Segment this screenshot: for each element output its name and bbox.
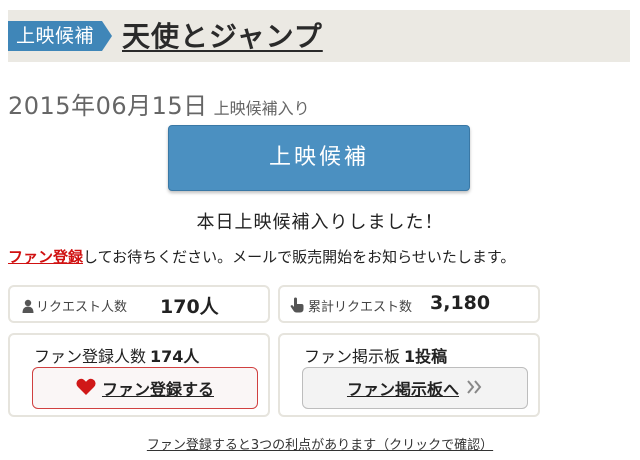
fan-board-button[interactable]: ファン掲示板へ (302, 367, 528, 409)
candidate-date: 2015年06月15日 (8, 92, 208, 120)
header-bar: 上映候補 天使とジャンプ (8, 10, 630, 62)
pointer-hand-icon (290, 297, 304, 317)
candidate-date-suffix: 上映候補入り (213, 99, 310, 118)
fan-register-button[interactable]: ファン登録する (32, 367, 258, 409)
request-count-label: リクエスト人数 (36, 300, 128, 315)
movie-title[interactable]: 天使とジャンプ (122, 15, 323, 55)
added-message: 本日上映候補入りしました！ (196, 212, 444, 233)
fan-register-button-label: ファン登録する (101, 380, 214, 399)
request-count-card: リクエスト人数 170人 (8, 285, 270, 323)
fan-board-label: ファン掲示板 (304, 347, 401, 366)
cumulative-request-value: 3,180 (430, 292, 491, 314)
status-badge-label: 上映候補 (8, 21, 102, 51)
heart-icon (76, 378, 96, 399)
candidate-date-line: 2015年06月15日 上映候補入り (8, 86, 310, 121)
fan-count-line: ファン登録人数 174人 (34, 343, 199, 367)
cumulative-request-card: 累計リクエスト数 3,180 (278, 285, 540, 323)
fan-board-card: ファン掲示板 1投稿 ファン掲示板へ (278, 333, 540, 417)
fan-count-label: ファン登録人数 (34, 347, 147, 366)
user-icon (22, 298, 34, 317)
request-count-value: 170人 (160, 296, 219, 318)
status-badge-arrow (102, 21, 112, 51)
fan-register-link[interactable]: ファン登録 (8, 248, 83, 266)
fan-register-card: ファン登録人数 174人 ファン登録する (8, 333, 270, 417)
fan-register-notice-text: してお待ちください。メールで販売開始をお知らせいたします。 (83, 248, 516, 266)
fan-board-button-label: ファン掲示板へ (346, 380, 459, 399)
status-badge: 上映候補 (8, 21, 112, 51)
fan-register-notice: ファン登録してお待ちください。メールで販売開始をお知らせいたします。 (8, 246, 515, 267)
fan-count-value: 174人 (150, 347, 200, 366)
candidate-status-button[interactable]: 上映候補 (168, 125, 470, 191)
double-chevron-right-icon (467, 378, 483, 399)
cumulative-request-label: 累計リクエスト数 (308, 300, 413, 315)
fan-board-posts: 1投稿 (404, 347, 448, 366)
fan-board-line: ファン掲示板 1投稿 (304, 343, 447, 367)
fan-benefits-link[interactable]: ファン登録すると3つの利点があります（クリックで確認） (0, 434, 640, 453)
